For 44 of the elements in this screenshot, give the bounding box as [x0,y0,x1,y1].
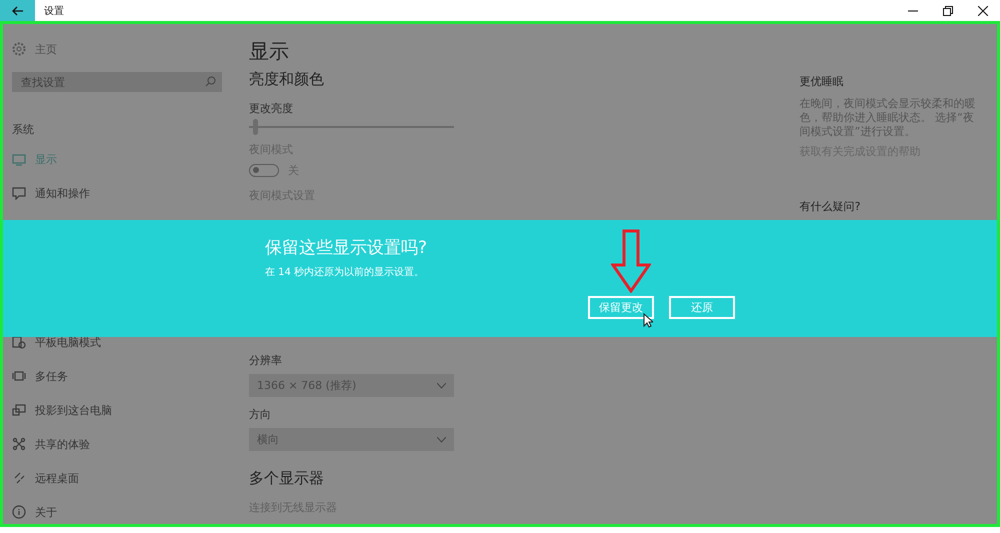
restore-icon [942,6,952,16]
projector-icon [12,403,26,417]
aside-heading: 有什么疑问? [800,199,862,214]
chevron-down-icon [436,436,446,442]
back-button[interactable] [0,0,35,21]
sidebar-item[interactable]: 远程桌面 [35,470,79,486]
search-field[interactable]: 查找设置 [12,72,222,92]
share-icon [12,437,26,451]
back-arrow-icon [12,6,24,16]
remote-icon [12,471,26,485]
night-mode-toggle[interactable] [248,164,279,177]
home-link[interactable]: 主页 [35,42,57,56]
chevron-down-icon [436,382,446,388]
sidebar-item[interactable]: 多任务 [35,368,68,384]
cursor-icon [643,313,653,328]
info-icon [12,505,26,519]
sidebar-item[interactable]: 通知和操作 [35,186,90,200]
field-label: 分辨率 [248,353,282,368]
dialog-button[interactable]: 保留更改 [588,296,654,319]
sidebar-item[interactable]: 关于 [35,504,57,520]
window-title: 设置 [44,4,64,18]
field-label: 方向 [248,407,271,422]
multitask-icon [12,369,26,383]
section-heading: 多个显示器 [248,469,325,488]
slider-label: 更改亮度 [248,101,293,116]
down-arrow-icon [611,229,651,293]
settings-icon [12,42,26,56]
aside-heading: 更优睡眠 [800,74,845,89]
message-icon [12,186,26,200]
section-heading: 亮度和颜色 [248,70,325,89]
sidebar-item[interactable]: 显示 [35,152,57,166]
search-icon [205,76,216,87]
section-heading: 系统 [12,122,35,137]
tablet-icon [12,335,26,349]
sidebar-item[interactable]: 共享的体验 [35,436,90,452]
dialog-message: 在 14 秒内还原为以前的显示设置。 [265,266,424,279]
page-title: 显示 [248,38,290,65]
dialog-button[interactable]: 还原 [669,296,735,319]
brightness-slider[interactable] [252,119,258,135]
monitor-icon [12,152,26,166]
sidebar-item[interactable]: 投影到这台电脑 [35,402,112,418]
close-icon [978,6,988,16]
sidebar-item[interactable]: 平板电脑模式 [35,334,101,350]
dialog-title: 保留这些显示设置吗? [265,237,428,259]
